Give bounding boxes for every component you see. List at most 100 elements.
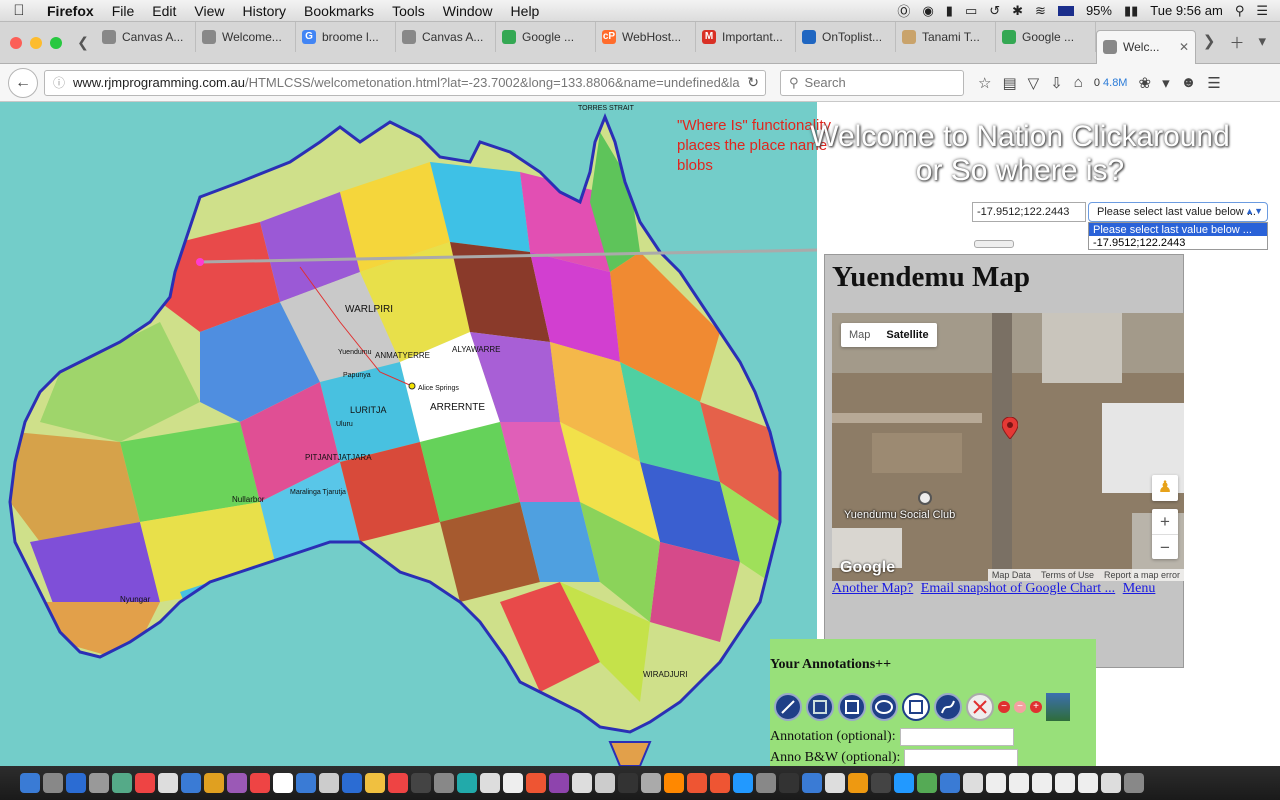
browser-tab[interactable]: Canvas A...	[96, 21, 196, 52]
dock-app-icon[interactable]	[342, 773, 362, 793]
dock-app-icon[interactable]	[480, 773, 500, 793]
dock-app-icon[interactable]	[434, 773, 454, 793]
annotation-field[interactable]	[899, 728, 1014, 746]
dock-app-icon[interactable]	[227, 773, 247, 793]
map-type-map-button[interactable]: Map	[841, 323, 878, 347]
menu-file[interactable]: File	[103, 3, 144, 19]
airplay-icon[interactable]: ▭	[965, 3, 977, 19]
dock-app-icon[interactable]	[641, 773, 661, 793]
dock-app-icon[interactable]	[411, 773, 431, 793]
another-map-link[interactable]: Another Map?	[832, 581, 913, 596]
map-type-satellite-button[interactable]: Satellite	[878, 323, 936, 347]
dock-app-icon[interactable]	[1078, 773, 1098, 793]
tabs-scroll-right-icon[interactable]: ❯	[1203, 32, 1216, 53]
menu-window[interactable]: Window	[434, 3, 502, 19]
dock-app-icon[interactable]	[894, 773, 914, 793]
cancel-tool-icon[interactable]	[966, 693, 994, 721]
map-data-link[interactable]: Map Data	[992, 570, 1031, 580]
bookmark-star-icon[interactable]: ☆	[978, 74, 991, 92]
tabs-scroll-left-icon[interactable]: ❮	[70, 34, 96, 51]
downloads-icon[interactable]: ⇩	[1050, 74, 1063, 92]
dock-app-icon[interactable]	[1009, 773, 1029, 793]
poi-marker-icon[interactable]	[918, 491, 932, 505]
browser-tab[interactable]: Canvas A...	[396, 21, 496, 52]
select-option[interactable]: Please select last value below ...	[1089, 223, 1267, 236]
line-tool-icon[interactable]	[774, 693, 802, 721]
site-info-icon[interactable]: ⓘ	[53, 74, 65, 91]
dock-app-icon[interactable]	[135, 773, 155, 793]
browser-tab[interactable]: Google ...	[496, 21, 596, 52]
last-value-select[interactable]: Please select last value below ... ▲▼ Pl…	[1088, 202, 1268, 250]
search-input[interactable]: ⚲ Search	[780, 69, 964, 96]
dock-app-icon[interactable]	[710, 773, 730, 793]
curve-tool-icon[interactable]	[934, 693, 962, 721]
back-button[interactable]: ←	[8, 67, 38, 98]
report-map-error-link[interactable]: Report a map error	[1104, 570, 1180, 580]
nations-map[interactable]: TORRES STRAIT WARLPIRI ANMATYERRE ALYAWA…	[0, 102, 817, 766]
zoom-window-button[interactable]	[50, 36, 62, 49]
notification-center-icon[interactable]: ☰	[1256, 3, 1268, 19]
google-map[interactable]: Map Satellite Yuendumu Social Club ♟ + −…	[832, 313, 1184, 581]
bluetooth-icon[interactable]: ✱	[1012, 3, 1023, 19]
dock-app-icon[interactable]	[825, 773, 845, 793]
dock-app-icon[interactable]	[779, 773, 799, 793]
close-tab-icon[interactable]: ✕	[1179, 40, 1189, 54]
close-window-button[interactable]	[10, 36, 22, 49]
dock-app-icon[interactable]	[181, 773, 201, 793]
reading-list-icon[interactable]: ▤	[1002, 74, 1016, 92]
battery-icon[interactable]: ▮▮	[1124, 3, 1138, 19]
clock[interactable]: Tue 9:56 am	[1150, 3, 1223, 18]
dock-app-icon[interactable]	[871, 773, 891, 793]
browser-tab[interactable]: Welcome...	[196, 21, 296, 52]
nation-regions[interactable]	[0, 102, 817, 766]
browser-tab[interactable]: cP WebHost...	[596, 21, 696, 52]
browser-tab[interactable]: Gbroome l...	[296, 21, 396, 52]
dock-app-icon[interactable]	[963, 773, 983, 793]
dock-app-icon[interactable]	[388, 773, 408, 793]
dock-app-icon[interactable]	[549, 773, 569, 793]
anno-bw-field[interactable]	[904, 749, 1019, 766]
dock-app-icon[interactable]	[756, 773, 776, 793]
minimize-window-button[interactable]	[30, 36, 42, 49]
dock-app-icon[interactable]	[595, 773, 615, 793]
addon-counter[interactable]: 0 4.8M	[1094, 77, 1128, 89]
pocket-icon[interactable]: ▽	[1028, 74, 1040, 92]
dock-app-icon[interactable]	[986, 773, 1006, 793]
new-tab-icon[interactable]: ＋	[1229, 32, 1244, 53]
menu-app-name[interactable]: Firefox	[38, 3, 103, 19]
image-thumbnail-icon[interactable]	[1046, 693, 1070, 721]
dock-app-icon[interactable]	[664, 773, 684, 793]
dock-app-icon[interactable]	[273, 773, 293, 793]
dock-app-icon[interactable]	[503, 773, 523, 793]
dock-app-icon[interactable]	[940, 773, 960, 793]
dock-app-icon[interactable]	[319, 773, 339, 793]
alice-springs-marker[interactable]	[408, 382, 416, 390]
dock-app-icon[interactable]	[848, 773, 868, 793]
time-machine-icon[interactable]: ↺	[989, 3, 1000, 19]
dock-app-icon[interactable]	[296, 773, 316, 793]
extension-icon[interactable]: ❀	[1138, 74, 1151, 92]
clear-tool-icon[interactable]	[902, 693, 930, 721]
email-snapshot-link[interactable]: Email snapshot of Google Chart ...	[921, 581, 1115, 596]
filled-rectangle-tool-icon[interactable]	[806, 693, 834, 721]
select-option[interactable]: -17.9512;122.2443	[1089, 236, 1267, 249]
dock-app-icon[interactable]	[618, 773, 638, 793]
ellipse-tool-icon[interactable]	[870, 693, 898, 721]
dock-app-icon[interactable]	[204, 773, 224, 793]
dock-app-icon[interactable]	[917, 773, 937, 793]
zoom-out-button[interactable]: −	[1152, 534, 1178, 559]
dock-app-icon[interactable]	[43, 773, 63, 793]
dock-app-icon[interactable]	[802, 773, 822, 793]
decrease-size-icon[interactable]: −	[998, 701, 1010, 713]
placed-name-blob[interactable]	[196, 258, 204, 266]
audio-icon[interactable]: ▮	[946, 3, 953, 19]
dock-app-icon[interactable]	[66, 773, 86, 793]
chat-icon[interactable]: ☻	[1181, 74, 1197, 91]
reload-icon[interactable]: ↻	[747, 74, 759, 91]
browser-tab[interactable]: OnToplist...	[796, 21, 896, 52]
menu-history[interactable]: History	[233, 3, 295, 19]
menu-help[interactable]: Help	[502, 3, 549, 19]
dock-app-icon[interactable]	[1101, 773, 1121, 793]
terms-of-use-link[interactable]: Terms of Use	[1041, 570, 1094, 580]
dock-app-icon[interactable]	[158, 773, 178, 793]
